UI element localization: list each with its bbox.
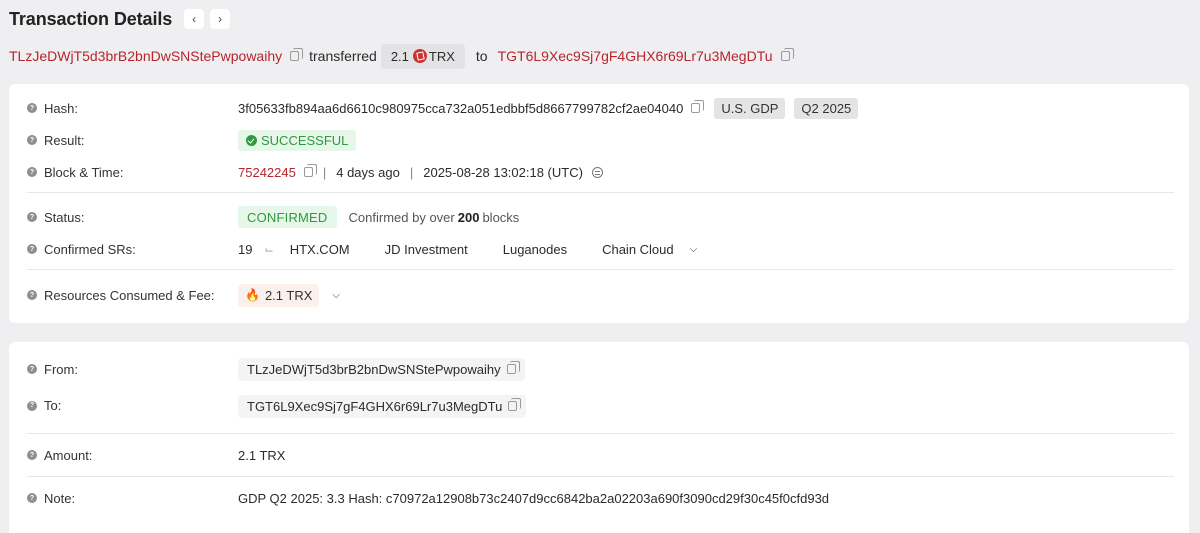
from-row: ? From: TLzJeDWjT5d3brB2bnDwSNStePwpowaih… xyxy=(9,357,1189,381)
help-icon[interactable]: ? xyxy=(27,290,37,300)
to-label: To: xyxy=(44,398,62,413)
hash-label: Hash: xyxy=(44,100,78,116)
transfer-info-card: ? From: TLzJeDWjT5d3brB2bnDwSNStePwpowaih… xyxy=(9,342,1189,533)
to-address-pill[interactable]: TGT6L9Xec9Sj7gF4GHX6r69Lr7u3MegDTu xyxy=(238,394,527,418)
chevron-down-icon[interactable]: ⌵ xyxy=(690,244,698,255)
help-icon[interactable]: ? xyxy=(27,450,37,460)
hash-value: 3f05633fb894aa6d6610c980975cca732a051edb… xyxy=(238,100,684,116)
transaction-info-card: ? Hash: 3f05633fb894aa6d6610c980975cca732… xyxy=(9,84,1189,323)
timezone-toggle-icon[interactable] xyxy=(591,166,603,178)
copy-icon[interactable] xyxy=(780,48,794,61)
result-row: ? Result: SUCCESSFUL xyxy=(9,128,1189,152)
divider xyxy=(27,192,1174,193)
summary-amount-pill: 2.1 TRX xyxy=(380,43,465,69)
confirmed-srs-label: Confirmed SRs: xyxy=(44,241,136,257)
chevron-down-icon[interactable]: ⌵ xyxy=(332,290,340,301)
help-icon[interactable]: ? xyxy=(27,244,37,254)
transfer-summary: TLzJeDWjT5d3brB2bnDwSNStePwpowaihy trans… xyxy=(9,43,794,69)
help-icon[interactable]: ? xyxy=(27,212,37,222)
page-title: Transaction Details xyxy=(9,8,173,29)
sr-item[interactable]: JD Investment xyxy=(385,242,468,257)
sr-item[interactable]: HTX.COM xyxy=(290,242,350,257)
srs-count: 19 xyxy=(238,241,253,257)
fee-value: 2.1 TRX xyxy=(264,287,313,303)
to-address[interactable]: TGT6L9Xec9Sj7gF4GHX6r69Lr7u3MegDTu xyxy=(247,399,502,414)
summary-to-address[interactable]: TGT6L9Xec9Sj7gF4GHX6r69Lr7u3MegDTu xyxy=(498,48,773,64)
block-age: 4 days ago xyxy=(336,164,400,180)
chevron-left-icon[interactable]: ‹ xyxy=(184,9,205,29)
summary-from-address[interactable]: TLzJeDWjT5d3brB2bnDwSNStePwpowaihy xyxy=(9,48,282,64)
tree-corner-icon: ⌙ xyxy=(264,243,274,256)
summary-to-word: to xyxy=(475,48,488,64)
divider xyxy=(27,269,1174,270)
block-number-link[interactable]: 75242245 xyxy=(238,165,296,180)
help-icon[interactable]: ? xyxy=(27,103,37,113)
copy-icon[interactable] xyxy=(691,100,705,113)
amount-label: Amount: xyxy=(44,447,93,463)
resources-label: Resources Consumed & Fee: xyxy=(44,287,215,303)
from-address[interactable]: TLzJeDWjT5d3brB2bnDwSNStePwpowaihy xyxy=(247,362,501,377)
note-row: ? Note: GDP Q2 2025: 3.3 Hash: c70972a129… xyxy=(9,486,1189,510)
to-row: ? To: TGT6L9Xec9Sj7gF4GHX6r69Lr7u3MegDTu xyxy=(9,394,1189,418)
summary-token[interactable]: TRX xyxy=(429,49,455,64)
confirmed-text: Confirmed by over xyxy=(348,209,455,225)
block-time-label: Block & Time: xyxy=(44,164,124,180)
from-label: From: xyxy=(44,361,78,377)
note-label: Note: xyxy=(44,490,76,506)
note-value: GDP Q2 2025: 3.3 Hash: c70972a12908b73c2… xyxy=(238,490,830,506)
status-label: Status: xyxy=(44,209,85,225)
chevron-right-icon[interactable]: › xyxy=(210,9,231,29)
trx-token-icon xyxy=(412,49,427,63)
sr-item[interactable]: Chain Cloud xyxy=(602,242,674,257)
fire-icon: 🔥 xyxy=(245,288,260,302)
block-timestamp: 2025-08-28 13:02:18 (UTC) xyxy=(423,164,583,180)
amount-row: ? Amount: 2.1 TRX xyxy=(9,443,1189,467)
hash-row: ? Hash: 3f05633fb894aa6d6610c980975cca732… xyxy=(9,96,1189,120)
help-icon[interactable]: ? xyxy=(27,400,37,411)
confirmed-unit: blocks xyxy=(482,209,520,225)
help-icon[interactable]: ? xyxy=(27,493,37,503)
divider xyxy=(27,476,1174,477)
summary-amount: 2.1 xyxy=(390,48,409,64)
status-badge: CONFIRMED xyxy=(238,206,337,228)
status-row: ? Status: CONFIRMED Confirmed by over 200… xyxy=(9,205,1189,229)
sr-item[interactable]: Luganodes xyxy=(503,242,567,257)
copy-icon[interactable] xyxy=(506,361,520,374)
confirmed-count: 200 xyxy=(457,209,480,225)
result-badge: SUCCESSFUL xyxy=(238,129,357,151)
summary-verb: transferred xyxy=(309,48,377,64)
amount-value: 2.1 TRX xyxy=(238,447,286,463)
copy-icon[interactable] xyxy=(303,164,317,177)
confirmed-srs-row: ? Confirmed SRs: 19 ⌙ HTX.COM JD Investme… xyxy=(9,237,1189,261)
result-label: Result: xyxy=(44,132,85,148)
fee-pill: 🔥 2.1 TRX xyxy=(238,283,320,307)
resources-row: ? Resources Consumed & Fee: 🔥 2.1 TRX ⌵ xyxy=(9,283,1189,307)
help-icon[interactable]: ? xyxy=(27,135,37,145)
tag-us-gdp[interactable]: U.S. GDP xyxy=(714,97,786,119)
copy-icon[interactable] xyxy=(290,48,304,61)
help-icon[interactable]: ? xyxy=(27,364,37,374)
check-circle-icon xyxy=(246,134,257,146)
page-header: Transaction Details ‹ › xyxy=(9,7,231,31)
tag-q2-2025[interactable]: Q2 2025 xyxy=(794,97,859,119)
copy-icon[interactable] xyxy=(508,398,522,411)
block-time-row: ? Block & Time: 75242245 | 4 days ago | 2… xyxy=(9,160,1189,184)
from-address-pill[interactable]: TLzJeDWjT5d3brB2bnDwSNStePwpowaihy xyxy=(238,357,525,381)
help-icon[interactable]: ? xyxy=(27,167,37,177)
divider xyxy=(27,433,1174,434)
